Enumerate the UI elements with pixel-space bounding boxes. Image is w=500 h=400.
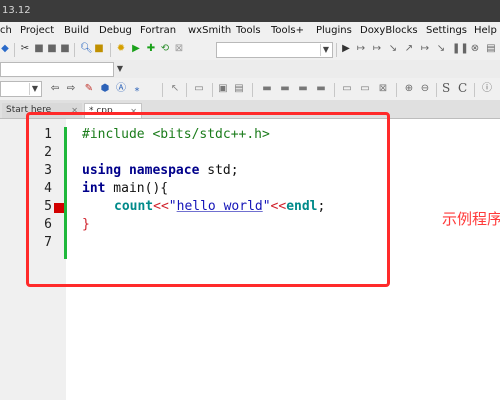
build-run-icon[interactable]: ✚ [146, 44, 156, 54]
highlight-pen-icon[interactable]: ✎ [84, 84, 94, 94]
build-target-select[interactable]: ▼ [216, 42, 333, 58]
debug-step-into-icon[interactable]: ↘ [388, 44, 398, 54]
run-icon[interactable]: ▶ [131, 44, 141, 54]
menu-bar: ch Project Build Debug Fortran wxSmith T… [0, 22, 500, 40]
menu-doxyblocks[interactable]: DoxyBlocks [360, 25, 418, 36]
scope-select[interactable] [0, 62, 114, 77]
editor-toolbar: ▼ ⇦ ⇨ ✎ ⬢ Ⓐ ⁎ ↖ ▭ ▣ ▤ ▬ ▬ ▬ ▬ ▭ ▭ ⊠ ⊕ ⊖ … [0, 78, 500, 101]
menu-project[interactable]: Project [20, 25, 54, 36]
toolbar-separator [396, 83, 397, 97]
zoom-in-icon[interactable]: ⊕ [404, 84, 414, 94]
debug-stop-icon[interactable]: ⊗ [470, 44, 480, 54]
menu-debug[interactable]: Debug [99, 25, 132, 36]
forward-arrow-icon[interactable]: ⇨ [66, 84, 76, 94]
pointer-icon[interactable]: ↖ [170, 84, 180, 94]
debug-step-icon[interactable]: ↦ [356, 44, 366, 54]
toolbar-separator [334, 83, 335, 97]
widget-1-icon[interactable]: ▬ [262, 84, 272, 94]
toolbar-separator [212, 83, 213, 97]
s-icon[interactable]: S [442, 81, 450, 95]
debug-windows-icon[interactable]: ▤ [486, 44, 496, 54]
frame-3-icon[interactable]: ⊠ [378, 84, 388, 94]
debug-run-icon[interactable]: ▶ [341, 44, 351, 54]
menu-tools-plus[interactable]: Tools+ [271, 25, 304, 36]
c-icon[interactable]: C [458, 81, 467, 95]
widget-2-icon[interactable]: ▬ [280, 84, 290, 94]
menu-help[interactable]: Help [474, 25, 497, 36]
menu-build[interactable]: Build [64, 25, 89, 36]
toolbar-separator [74, 43, 75, 57]
menu-tools[interactable]: Tools [236, 25, 261, 36]
menu-wxsmith[interactable]: wxSmith [188, 25, 231, 36]
chevron-down-icon: ▼ [29, 83, 40, 95]
block-icon[interactable]: ▭ [194, 84, 204, 94]
toolbar-separator [186, 83, 187, 97]
widget-3-icon[interactable]: ▬ [298, 84, 308, 94]
info-icon[interactable]: ⓘ [482, 84, 492, 94]
toolbar-separator [474, 83, 475, 97]
selection-icon[interactable]: ⬢ [100, 84, 110, 94]
chevron-down-icon: ▼ [116, 64, 124, 73]
build-gear-icon[interactable]: ✹ [116, 44, 126, 54]
code-completion-toolbar: ▼ [0, 60, 500, 79]
arrow-icon[interactable]: ◆ [0, 44, 10, 54]
toolbar-separator [110, 43, 111, 57]
toolbar-separator [252, 83, 253, 97]
main-toolbar: ◆ ✂ ■ ■ ■ 🔍︎ ■ ✹ ▶ ✚ ⟲ ⊠ ▼ ▶ ↦ ↦ ↘ ↗ ↦ ↘… [0, 40, 500, 61]
function-select[interactable]: ▼ [0, 81, 42, 97]
copy-icon[interactable]: ■ [34, 44, 44, 54]
clipboard-icon[interactable]: ■ [60, 44, 70, 54]
window-title: 13.12 [2, 5, 31, 16]
back-arrow-icon[interactable]: ⇦ [50, 84, 60, 94]
regex-icon[interactable]: Ⓐ [116, 84, 126, 94]
debug-break-icon[interactable]: ❚❚ [452, 44, 469, 54]
toolbar-separator [436, 83, 437, 97]
abort-icon[interactable]: ⊠ [174, 44, 184, 54]
image-icon[interactable]: ▣ [218, 84, 228, 94]
toolbar-separator [336, 43, 337, 57]
cut-icon[interactable]: ✂ [20, 44, 30, 54]
debug-step-out-icon[interactable]: ↗ [404, 44, 414, 54]
menu-fortran[interactable]: Fortran [140, 25, 176, 36]
debug-next-line-icon[interactable]: ↦ [372, 44, 382, 54]
rebuild-icon[interactable]: ⟲ [160, 44, 170, 54]
zoom-out-icon[interactable]: ⊖ [420, 84, 430, 94]
widget-4-icon[interactable]: ▬ [316, 84, 326, 94]
debug-next-instruction-icon[interactable]: ↦ [420, 44, 430, 54]
menu-plugins[interactable]: Plugins [316, 25, 352, 36]
paste-icon[interactable]: ■ [47, 44, 57, 54]
scope-dropdown[interactable]: ▼ [116, 62, 126, 75]
chevron-down-icon: ▼ [320, 44, 331, 56]
debug-step-into-instruction-icon[interactable]: ↘ [436, 44, 446, 54]
highlight-box [26, 112, 390, 287]
menu-search[interactable]: ch [0, 25, 12, 36]
toolbar-separator [14, 43, 15, 57]
find-icon[interactable]: 🔍︎ [80, 44, 93, 54]
replace-icon[interactable]: ■ [94, 44, 104, 54]
match-case-icon[interactable]: ⁎ [132, 84, 142, 94]
bitmap-icon[interactable]: ▤ [234, 84, 244, 94]
title-bar: 13.12 [0, 0, 500, 22]
menu-settings[interactable]: Settings [426, 25, 467, 36]
frame-1-icon[interactable]: ▭ [342, 84, 352, 94]
frame-2-icon[interactable]: ▭ [360, 84, 370, 94]
toolbar-separator [162, 83, 163, 97]
annotation-label: 示例程序 [442, 210, 500, 228]
